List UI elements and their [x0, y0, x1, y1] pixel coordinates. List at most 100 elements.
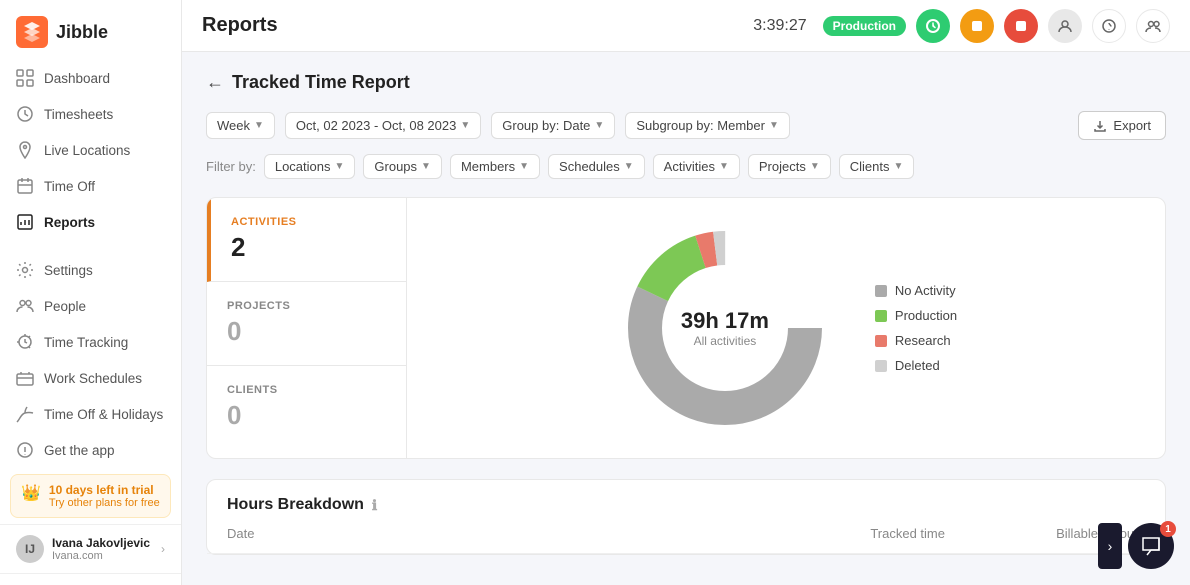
filter-members-chevron: ▼ — [519, 161, 529, 172]
activity-button[interactable] — [960, 9, 994, 43]
legend-production: Production — [875, 308, 957, 323]
breakdown-columns: Date Tracked time Billable amount — [207, 514, 1165, 554]
chart-area: 39h 17m All activities No Activity Produ… — [407, 198, 1165, 458]
donut-center: 39h 17m All activities — [681, 308, 769, 348]
filter-projects-chevron: ▼ — [810, 161, 820, 172]
trial-crown-icon: 👑 — [21, 483, 41, 503]
dashboard-label: Dashboard — [44, 71, 110, 86]
page-title: Reports — [202, 14, 278, 37]
chart-legend: No Activity Production Research Del — [875, 283, 957, 373]
user-row[interactable]: IJ Ivana Jakovljevic Ivana.com › — [0, 524, 181, 573]
collapse-button[interactable]: COLLAPSE — [0, 573, 181, 585]
breakdown-section: Hours Breakdown ℹ Date Tracked time Bill… — [206, 479, 1166, 555]
filter-clients[interactable]: Clients ▼ — [839, 154, 915, 179]
back-button[interactable]: ← — [206, 72, 224, 93]
app-header: Reports 3:39:27 Production — [182, 0, 1190, 52]
report-back-bar: ← Tracked Time Report — [206, 72, 1166, 93]
legend-dot-research — [875, 335, 887, 347]
trial-sub: Try other plans for free — [49, 497, 160, 509]
filter-locations-chevron: ▼ — [335, 161, 345, 172]
production-badge[interactable]: Production — [823, 16, 906, 36]
work-schedules-icon — [16, 369, 34, 387]
donut-time: 39h 17m — [681, 308, 769, 334]
nav-item-timesheets[interactable]: Timesheets — [0, 96, 181, 132]
user-chevron-icon: › — [161, 542, 165, 556]
people-label: People — [44, 299, 86, 314]
profile-button[interactable] — [1048, 9, 1082, 43]
nav-item-reports[interactable]: Reports — [0, 204, 181, 240]
filter-groups[interactable]: Groups ▼ — [363, 154, 442, 179]
nav-item-time-tracking[interactable]: Time Tracking — [0, 324, 181, 360]
time-off-holidays-label: Time Off & Holidays — [44, 407, 163, 422]
subgroup-by-button[interactable]: Subgroup by: Member ▼ — [625, 112, 790, 139]
filter-locations[interactable]: Locations ▼ — [264, 154, 356, 179]
get-app-icon — [16, 441, 34, 459]
legend-dot-no-activity — [875, 285, 887, 297]
filter-activities-label: Activities — [664, 159, 715, 174]
legend-label-no-activity: No Activity — [895, 283, 956, 298]
group-by-chevron: ▼ — [594, 120, 604, 131]
nav-item-work-schedules[interactable]: Work Schedules — [0, 360, 181, 396]
help-button[interactable] — [1092, 9, 1126, 43]
live-locations-icon — [16, 141, 34, 159]
filter-clients-label: Clients — [850, 159, 890, 174]
time-tracking-icon — [16, 333, 34, 351]
breakdown-header: Hours Breakdown ℹ — [207, 480, 1165, 514]
trial-banner[interactable]: 👑 10 days left in trial Try other plans … — [10, 474, 171, 518]
clients-label: CLIENTS — [227, 384, 386, 396]
jibble-logo-icon — [16, 16, 48, 48]
legend-label-research: Research — [895, 333, 951, 348]
live-locations-label: Live Locations — [44, 143, 130, 158]
date-range-button[interactable]: Oct, 02 2023 - Oct, 08 2023 ▼ — [285, 112, 481, 139]
work-schedules-label: Work Schedules — [44, 371, 142, 386]
main-area: Reports 3:39:27 Production — [182, 0, 1190, 585]
nav-item-time-off[interactable]: Time Off — [0, 168, 181, 204]
date-range-label: Oct, 02 2023 - Oct, 08 2023 — [296, 118, 456, 133]
breakdown-info-icon[interactable]: ℹ — [372, 497, 377, 514]
people-icon — [16, 297, 34, 315]
filter-activities[interactable]: Activities ▼ — [653, 154, 740, 179]
chat-bubble-button[interactable]: 1 — [1128, 523, 1174, 569]
team-button[interactable] — [1136, 9, 1170, 43]
chat-expand-button[interactable]: › — [1098, 523, 1122, 569]
period-type-label: Week — [217, 118, 250, 133]
nav-item-settings[interactable]: Settings — [0, 252, 181, 288]
nav-item-live-locations[interactable]: Live Locations — [0, 132, 181, 168]
reports-label: Reports — [44, 215, 95, 230]
stats-column: ACTIVITIES 2 PROJECTS 0 CLIENTS 0 — [207, 198, 407, 458]
legend-dot-deleted — [875, 360, 887, 372]
stop-button[interactable] — [1004, 9, 1038, 43]
filter-schedules-label: Schedules — [559, 159, 620, 174]
nav-item-dashboard[interactable]: Dashboard — [0, 60, 181, 96]
filter-projects[interactable]: Projects ▼ — [748, 154, 831, 179]
group-by-button[interactable]: Group by: Date ▼ — [491, 112, 615, 139]
legend-label-production: Production — [895, 308, 957, 323]
nav-item-time-off-holidays[interactable]: Time Off & Holidays — [0, 396, 181, 432]
legend-no-activity: No Activity — [875, 283, 957, 298]
time-tracking-label: Time Tracking — [44, 335, 128, 350]
filterby-label: Filter by: — [206, 159, 256, 174]
get-app-item[interactable]: Get the app — [0, 432, 181, 468]
filter-activities-chevron: ▼ — [719, 161, 729, 172]
projects-label: PROJECTS — [227, 300, 386, 312]
filter-groups-chevron: ▼ — [421, 161, 431, 172]
time-off-label: Time Off — [44, 179, 95, 194]
settings-icon — [16, 261, 34, 279]
activities-value: 2 — [231, 232, 386, 263]
week-filter-button[interactable]: Week ▼ — [206, 112, 275, 139]
donut-sub: All activities — [681, 334, 769, 348]
period-type-chevron: ▼ — [254, 120, 264, 131]
clients-stat: CLIENTS 0 — [207, 366, 406, 449]
filter-schedules-chevron: ▼ — [624, 161, 634, 172]
clock-in-button[interactable] — [916, 9, 950, 43]
filter-schedules[interactable]: Schedules ▼ — [548, 154, 645, 179]
export-label: Export — [1113, 118, 1151, 133]
export-button[interactable]: Export — [1078, 111, 1166, 140]
breakdown-title: Hours Breakdown — [227, 496, 364, 514]
filter-members[interactable]: Members ▼ — [450, 154, 540, 179]
header-time: 3:39:27 — [753, 17, 806, 35]
nav-item-people[interactable]: People — [0, 288, 181, 324]
breakdown-col-tracked: Tracked time — [745, 526, 945, 541]
get-app-label: Get the app — [44, 443, 115, 458]
clients-value: 0 — [227, 400, 386, 431]
